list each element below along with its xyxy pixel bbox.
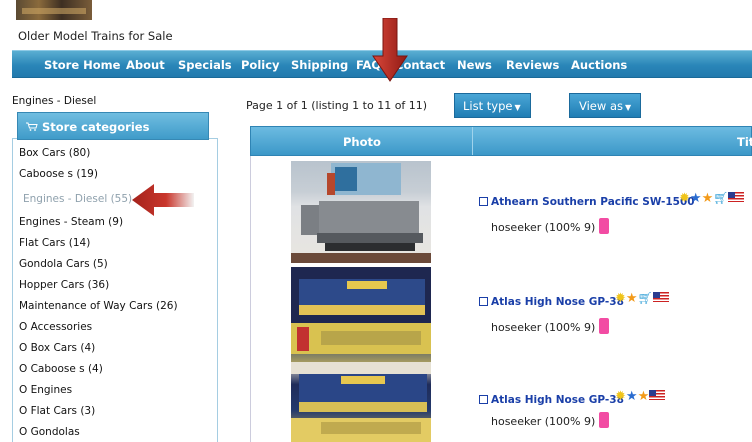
listing-table-header: Photo Titl — [250, 126, 752, 156]
seller-name-3: hoseeker (100% 9) — [491, 415, 596, 428]
store-categories-header: Store categories — [17, 112, 209, 140]
col-photo-header[interactable]: Photo — [343, 135, 381, 149]
category-o-engines[interactable]: O Engines — [19, 384, 72, 396]
cart-icon — [26, 122, 38, 131]
external-link-icon — [479, 197, 488, 206]
seller-info-2: hoseeker (100% 9) — [491, 315, 610, 334]
sun-badge-icon: ✹ — [615, 291, 626, 306]
seller-name-2: hoseeker (100% 9) — [491, 321, 596, 334]
category-o-accessories[interactable]: O Accessories — [19, 321, 92, 333]
us-flag-icon — [728, 192, 745, 202]
listing-title-2: Atlas High Nose GP-38 — [491, 296, 624, 308]
nav-reviews[interactable]: Reviews — [506, 58, 559, 72]
listing-title-link-3[interactable]: Atlas High Nose GP-38 — [479, 394, 624, 406]
phone-icon[interactable] — [599, 218, 610, 234]
orange-star-icon: ★ — [637, 389, 650, 404]
phone-icon[interactable] — [599, 318, 610, 334]
list-type-label: List type — [463, 99, 513, 113]
category-o-flat-cars[interactable]: O Flat Cars (3) — [19, 405, 95, 417]
category-gondola-cars[interactable]: Gondola Cars (5) — [19, 258, 108, 270]
col-title-header[interactable]: Titl — [737, 135, 752, 149]
view-as-label: View as — [579, 99, 623, 113]
category-engines-steam[interactable]: Engines - Steam (9) — [19, 216, 123, 228]
sw1500-photo-art — [291, 163, 431, 263]
category-o-box-cars[interactable]: O Box Cars (4) — [19, 342, 95, 354]
nav-specials[interactable]: Specials — [178, 58, 232, 72]
listing-photo-3[interactable] — [291, 362, 431, 442]
orange-star-icon: ★ — [701, 191, 714, 206]
seller-badges-3: ✹★★ — [615, 389, 666, 404]
orange-star-icon: ★ — [625, 291, 638, 306]
external-link-icon — [479, 297, 488, 306]
blue-star-icon: ★ — [689, 191, 702, 206]
listing-title-link-2[interactable]: Atlas High Nose GP-38 — [479, 296, 624, 308]
listing-photo-1[interactable] — [291, 161, 431, 263]
external-link-icon — [479, 395, 488, 404]
category-hopper-cars[interactable]: Hopper Cars (36) — [19, 279, 109, 291]
cart-icon: 🛒︎ — [637, 291, 653, 305]
category-flat-cars[interactable]: Flat Cars (14) — [19, 237, 90, 249]
us-flag-icon — [652, 292, 669, 302]
listing-photo-2[interactable] — [291, 267, 431, 369]
nav-auctions[interactable]: Auctions — [571, 58, 627, 72]
nav-store-home[interactable]: Store Home — [44, 58, 120, 72]
blue-star-icon: ★ — [625, 389, 638, 404]
category-engines-diesel[interactable]: Engines - Diesel (55) — [23, 193, 132, 205]
category-o-cabooses[interactable]: O Caboose s (4) — [19, 363, 103, 375]
site-title: Older Model Trains for Sale — [18, 29, 173, 43]
listing-title-link-1[interactable]: Athearn Southern Pacific SW-1500 — [479, 196, 695, 208]
category-maintenance-of-way[interactable]: Maintenance of Way Cars (26) — [19, 300, 178, 312]
cart-icon: 🛒︎ — [713, 191, 729, 205]
view-as-button[interactable]: View as ▼ — [569, 93, 641, 118]
us-flag-icon — [649, 390, 666, 400]
listing-title-1: Athearn Southern Pacific SW-1500 — [491, 196, 695, 208]
seller-name-1: hoseeker (100% 9) — [491, 221, 596, 234]
seller-badges-2: ✹★🛒︎ — [615, 291, 669, 306]
gp38-photo-art-2 — [291, 362, 431, 442]
breadcrumb: Engines - Diesel — [12, 95, 97, 107]
nav-policy[interactable]: Policy — [241, 58, 280, 72]
sun-badge-icon: ✹ — [615, 389, 626, 404]
logo-image[interactable] — [16, 0, 92, 20]
caret-down-icon: ▼ — [624, 103, 632, 112]
seller-badges-1: ✹★★🛒︎ — [679, 191, 745, 206]
seller-info-1: hoseeker (100% 9) — [491, 215, 610, 234]
seller-info-3: hoseeker (100% 9) — [491, 409, 610, 428]
column-separator — [472, 127, 473, 155]
caret-down-icon: ▼ — [514, 103, 521, 112]
nav-news[interactable]: News — [457, 58, 492, 72]
gp38-photo-art — [291, 267, 431, 354]
list-type-button[interactable]: List type ▼ — [454, 93, 531, 118]
pager-text: Page 1 of 1 (listing 1 to 11 of 11) — [246, 99, 428, 112]
category-o-gondolas[interactable]: O Gondolas — [19, 426, 80, 438]
listing-title-3: Atlas High Nose GP-38 — [491, 394, 624, 406]
down-arrow-annotation — [372, 18, 408, 82]
phone-icon[interactable] — [599, 412, 610, 428]
left-arrow-annotation — [132, 184, 194, 216]
category-cabooses[interactable]: Caboose s (19) — [19, 168, 98, 180]
category-box-cars[interactable]: Box Cars (80) — [19, 147, 90, 159]
nav-shipping[interactable]: Shipping — [291, 58, 348, 72]
sun-badge-icon: ✹ — [679, 191, 690, 206]
nav-about[interactable]: About — [126, 58, 165, 72]
store-categories-label: Store categories — [42, 120, 150, 134]
